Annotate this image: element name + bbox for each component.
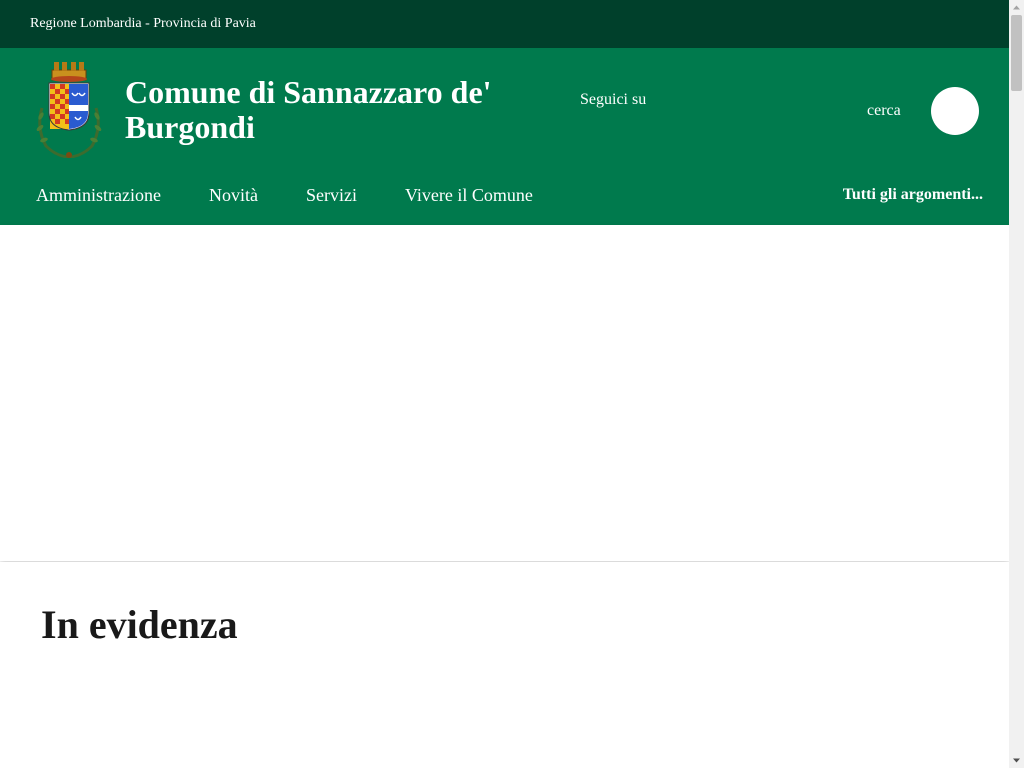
site-header: Comune di Sannazzaro de' Burgondi Seguic… (0, 48, 1009, 225)
nav-item-vivere-il-comune[interactable]: Vivere il Comune (405, 185, 533, 205)
vertical-scrollbar[interactable] (1009, 0, 1024, 768)
top-bar: Regione Lombardia - Provincia di Pavia (0, 0, 1009, 48)
scroll-up-arrow-icon[interactable] (1009, 0, 1024, 15)
search-button[interactable] (931, 87, 979, 135)
hero-banner (0, 225, 1009, 561)
follow-us-label: Seguici su (580, 91, 647, 108)
site-title[interactable]: Comune di Sannazzaro de' Burgondi (125, 75, 545, 145)
nav-item-amministrazione[interactable]: Amministrazione (36, 185, 161, 205)
nav-item-novita[interactable]: Novità (209, 185, 258, 205)
all-topics-link[interactable]: Tutti gli argomenti... (843, 186, 983, 204)
page: Regione Lombardia - Provincia di Pavia C… (0, 0, 1009, 768)
region-link[interactable]: Regione Lombardia - Provincia di Pavia (30, 15, 256, 33)
nav-item-servizi[interactable]: Servizi (306, 185, 357, 205)
coat-of-arms-icon[interactable] (32, 58, 106, 158)
scrollbar-thumb[interactable] (1011, 15, 1022, 91)
featured-title: In evidenza (41, 602, 238, 647)
main-navigation: Amministrazione Novità Servizi Vivere il… (0, 176, 1009, 214)
featured-section: In evidenza (0, 562, 1009, 768)
search-label: cerca (867, 102, 901, 119)
scroll-down-arrow-icon[interactable] (1009, 753, 1024, 768)
